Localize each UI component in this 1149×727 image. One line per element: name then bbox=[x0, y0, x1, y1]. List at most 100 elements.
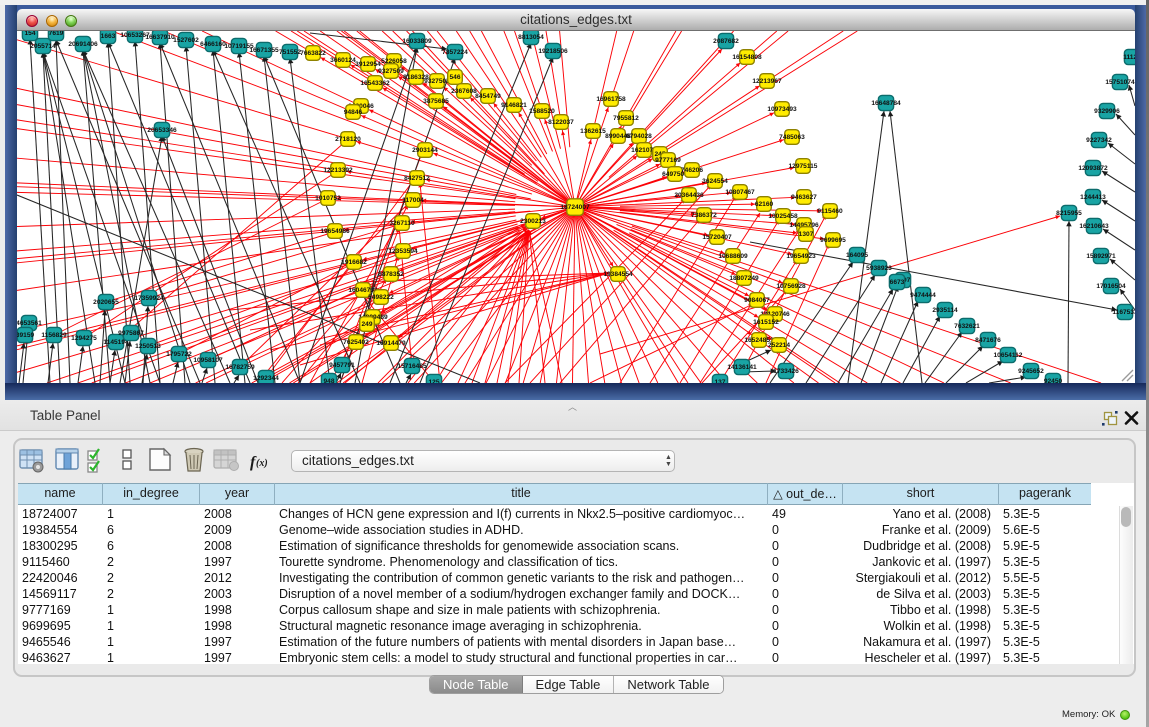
svg-text:9457791: 9457791 bbox=[329, 362, 355, 369]
svg-text:2020655: 2020655 bbox=[93, 299, 119, 306]
svg-text:15751074: 15751074 bbox=[1105, 79, 1135, 86]
svg-text:9084067: 9084067 bbox=[744, 297, 770, 304]
svg-text:8454749: 8454749 bbox=[475, 93, 501, 100]
svg-text:9227342: 9227342 bbox=[1086, 137, 1112, 144]
svg-text:8878352: 8878352 bbox=[378, 271, 404, 278]
svg-text:1615152: 1615152 bbox=[753, 319, 779, 326]
svg-text:19218506: 19218506 bbox=[538, 48, 568, 55]
svg-text:10958107: 10958107 bbox=[193, 357, 223, 364]
svg-text:1244413: 1244413 bbox=[1080, 194, 1106, 201]
svg-text:948: 948 bbox=[323, 378, 334, 383]
svg-text:8215955: 8215955 bbox=[1056, 210, 1082, 217]
svg-text:16033809: 16033809 bbox=[402, 38, 432, 45]
svg-text:2300213: 2300213 bbox=[520, 218, 546, 225]
svg-text:5938923: 5938923 bbox=[866, 265, 892, 272]
svg-text:9146821: 9146821 bbox=[501, 102, 527, 109]
svg-text:6794028: 6794028 bbox=[626, 133, 652, 140]
svg-text:12213967: 12213967 bbox=[752, 78, 782, 85]
svg-text:1250513: 1250513 bbox=[135, 343, 161, 350]
svg-text:16671355: 16671355 bbox=[249, 47, 279, 54]
svg-text:10025458: 10025458 bbox=[768, 213, 798, 220]
svg-text:7485063: 7485063 bbox=[779, 134, 805, 141]
svg-text:6466160: 6466160 bbox=[200, 41, 226, 48]
svg-text:5498222: 5498222 bbox=[368, 294, 394, 301]
svg-text:1010752: 1010752 bbox=[315, 195, 341, 202]
svg-text:15892971: 15892971 bbox=[1086, 253, 1116, 260]
svg-text:19654923: 19654923 bbox=[786, 253, 816, 260]
svg-text:18807249: 18807249 bbox=[729, 275, 759, 282]
svg-text:751552: 751552 bbox=[279, 49, 301, 56]
svg-text:15720407: 15720407 bbox=[702, 234, 732, 241]
svg-text:19384554: 19384554 bbox=[603, 271, 633, 278]
svg-text:17359924: 17359924 bbox=[134, 295, 164, 302]
svg-text:16914479: 16914479 bbox=[376, 340, 406, 347]
svg-text:10807467: 10807467 bbox=[725, 189, 755, 196]
svg-text:8471676: 8471676 bbox=[975, 337, 1001, 344]
svg-text:9975867: 9975867 bbox=[118, 330, 144, 337]
svg-text:62160: 62160 bbox=[755, 201, 774, 208]
svg-text:4653561: 4653561 bbox=[17, 320, 42, 327]
svg-text:7632621: 7632621 bbox=[954, 323, 980, 330]
svg-text:2055714: 2055714 bbox=[30, 43, 56, 50]
svg-text:2087682: 2087682 bbox=[713, 38, 739, 45]
svg-text:9463627: 9463627 bbox=[791, 194, 817, 201]
svg-text:10756928: 10756928 bbox=[776, 283, 806, 290]
svg-text:2367608: 2367608 bbox=[451, 88, 477, 95]
svg-text:16154808: 16154808 bbox=[732, 54, 762, 61]
svg-text:9327509: 9327509 bbox=[378, 68, 404, 75]
svg-text:12213392: 12213392 bbox=[323, 167, 353, 174]
svg-text:154: 154 bbox=[24, 31, 35, 37]
svg-text:8122037: 8122037 bbox=[548, 119, 574, 126]
svg-text:20364436: 20364436 bbox=[674, 192, 704, 199]
svg-text:3912954: 3912954 bbox=[355, 61, 381, 68]
svg-text:3660124: 3660124 bbox=[330, 57, 356, 64]
svg-text:18724007: 18724007 bbox=[560, 204, 590, 211]
svg-text:1795722: 1795722 bbox=[166, 351, 192, 358]
svg-text:3875685: 3875685 bbox=[423, 98, 449, 105]
svg-text:3624554: 3624554 bbox=[702, 178, 728, 185]
svg-text:15716485: 15716485 bbox=[397, 363, 427, 370]
svg-text:11120: 11120 bbox=[1123, 54, 1135, 61]
svg-text:20691406: 20691406 bbox=[68, 41, 98, 48]
svg-text:10973493: 10973493 bbox=[767, 106, 797, 113]
svg-text:9327505: 9327505 bbox=[424, 78, 450, 85]
svg-text:2903144: 2903144 bbox=[412, 147, 438, 154]
svg-text:252214: 252214 bbox=[768, 342, 790, 349]
svg-text:7619: 7619 bbox=[49, 31, 64, 37]
svg-text:8427512: 8427512 bbox=[404, 175, 430, 182]
svg-text:8813054: 8813054 bbox=[518, 34, 544, 41]
svg-text:92450: 92450 bbox=[1044, 378, 1063, 383]
svg-text:249: 249 bbox=[361, 321, 372, 328]
svg-text:94846: 94846 bbox=[344, 109, 363, 116]
svg-text:16648784: 16648784 bbox=[871, 100, 901, 107]
svg-text:9474444: 9474444 bbox=[910, 292, 936, 299]
svg-text:16782759: 16782759 bbox=[225, 364, 255, 371]
svg-text:6673: 6673 bbox=[890, 279, 905, 286]
svg-text:164095: 164095 bbox=[846, 252, 868, 259]
svg-text:10654112: 10654112 bbox=[994, 352, 1023, 359]
svg-text:14136141: 14136141 bbox=[727, 364, 757, 371]
svg-text:1156829: 1156829 bbox=[41, 332, 67, 339]
svg-text:7625402: 7625402 bbox=[343, 339, 369, 346]
svg-text:9245652: 9245652 bbox=[1018, 368, 1044, 375]
svg-text:16961758: 16961758 bbox=[596, 96, 626, 103]
svg-text:17016504: 17016504 bbox=[1096, 283, 1126, 290]
svg-text:16210643: 16210643 bbox=[1079, 223, 1109, 230]
svg-text:746206: 746206 bbox=[681, 167, 703, 174]
svg-text:20653346: 20653346 bbox=[147, 127, 177, 134]
svg-text:7663822: 7663822 bbox=[300, 50, 326, 57]
svg-text:2935114: 2935114 bbox=[932, 307, 958, 314]
svg-text:12353594: 12353594 bbox=[388, 248, 418, 255]
svg-text:39159: 39159 bbox=[17, 332, 34, 339]
svg-text:3267110: 3267110 bbox=[389, 220, 415, 227]
svg-text:12975115: 12975115 bbox=[789, 163, 818, 170]
svg-text:9777169: 9777169 bbox=[655, 157, 681, 164]
svg-text:1733426: 1733426 bbox=[773, 368, 799, 375]
svg-text:125: 125 bbox=[428, 379, 439, 383]
svg-text:1916682: 1916682 bbox=[341, 259, 367, 266]
svg-text:(x): (x) bbox=[256, 458, 268, 469]
svg-text:9699695: 9699695 bbox=[820, 237, 846, 244]
svg-text:1588520: 1588520 bbox=[529, 108, 555, 115]
svg-text:7386372: 7386372 bbox=[691, 212, 717, 219]
svg-text:7955812: 7955812 bbox=[613, 115, 639, 122]
